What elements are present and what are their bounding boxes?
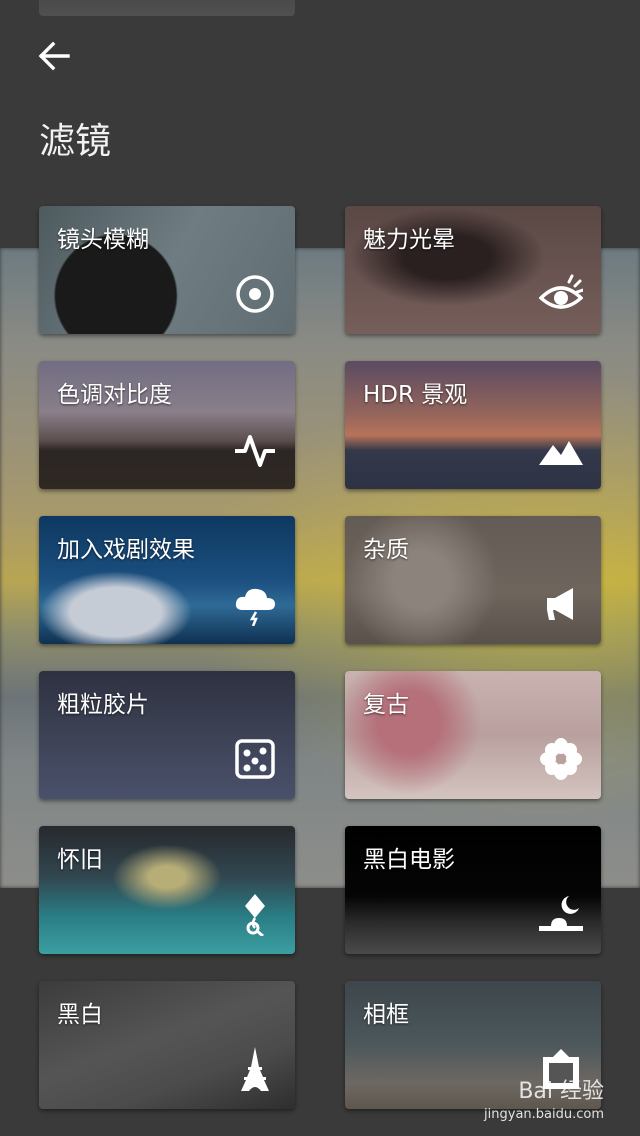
filter-label: 粗粒胶片 <box>57 692 149 718</box>
page-title: 滤镜 <box>39 121 112 162</box>
target-icon <box>233 272 277 316</box>
filter-card-hdr-scape[interactable]: HDR 景观 <box>345 361 601 489</box>
arrow-left-icon <box>38 41 70 71</box>
filter-label: 黑白电影 <box>363 847 455 873</box>
filter-label: 魅力光晕 <box>363 227 455 253</box>
filter-card-grainy-film[interactable]: 粗粒胶片 <box>39 671 295 799</box>
dice-icon <box>233 737 277 781</box>
pulse-icon <box>233 427 277 471</box>
watermark-url: jingyan.baidu.com <box>484 1107 604 1122</box>
filter-label: 黑白 <box>57 1002 103 1028</box>
filter-card-grunge[interactable]: 杂质 <box>345 516 601 644</box>
filter-card-lens-blur[interactable]: 镜头模糊 <box>39 206 295 334</box>
megaphone-icon <box>539 582 583 626</box>
watermark-brand: Bai 经验 <box>518 1079 604 1104</box>
filter-label: 复古 <box>363 692 409 718</box>
eiffel-tower-icon <box>233 1047 277 1091</box>
filter-label: 杂质 <box>363 537 409 563</box>
filter-card-retrolux[interactable]: 怀旧 <box>39 826 295 954</box>
filter-label: 怀旧 <box>57 847 103 873</box>
kite-icon <box>233 892 277 936</box>
previous-card-stub <box>39 0 295 16</box>
filter-card-glamour-glow[interactable]: 魅力光晕 <box>345 206 601 334</box>
watermark: Bai 经验 jingyan.baidu.com <box>484 1073 604 1122</box>
eye-icon <box>539 272 583 316</box>
back-button[interactable] <box>30 34 78 78</box>
filter-card-vintage[interactable]: 复古 <box>345 671 601 799</box>
moon-icon <box>539 892 583 936</box>
filter-label: 镜头模糊 <box>57 227 149 253</box>
filter-label: HDR 景观 <box>363 382 468 408</box>
filter-card-tonal-contrast[interactable]: 色调对比度 <box>39 361 295 489</box>
filter-card-noir[interactable]: 黑白电影 <box>345 826 601 954</box>
filter-label: 色调对比度 <box>57 382 172 408</box>
filter-label: 相框 <box>363 1002 409 1028</box>
filter-card-black-white[interactable]: 黑白 <box>39 981 295 1109</box>
flower-icon <box>539 737 583 781</box>
filter-label: 加入戏剧效果 <box>57 537 195 563</box>
filter-card-drama[interactable]: 加入戏剧效果 <box>39 516 295 644</box>
storm-cloud-icon <box>233 582 277 626</box>
mountains-icon <box>539 427 583 471</box>
